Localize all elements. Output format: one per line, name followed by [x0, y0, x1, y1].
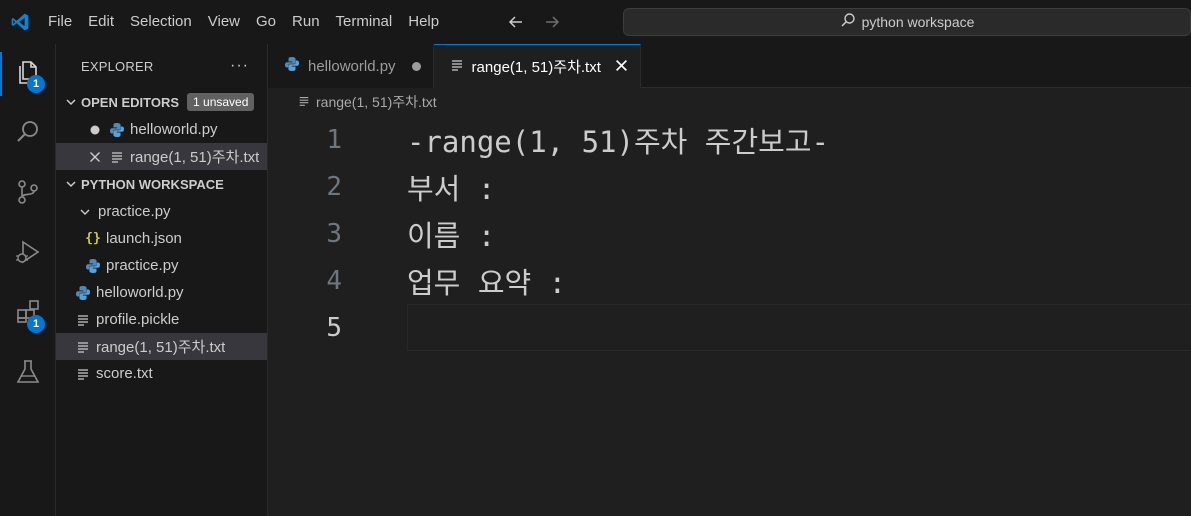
text-file-icon [298, 94, 310, 110]
search-text: python workspace [861, 14, 975, 30]
activity-run-debug[interactable] [0, 224, 56, 284]
title-bar: File Edit Selection View Go Run Terminal… [0, 0, 1191, 44]
tree-file-item[interactable]: helloworld.py [56, 279, 267, 306]
tree-item-label: range(1, 51)주차.txt [96, 339, 226, 356]
json-file-icon: {} [85, 231, 101, 246]
tab-helloworld[interactable]: helloworld.py [268, 44, 434, 88]
code-editor[interactable]: 1 -range(1, 51)주차 주간보고- 2 부서 : 3 이름 : 4 … [268, 116, 1191, 351]
line-text: 업무 요약 : [407, 265, 567, 300]
menu-file[interactable]: File [40, 0, 80, 44]
more-actions-icon[interactable]: ··· [230, 57, 249, 75]
explorer-title: EXPLORER [81, 58, 154, 74]
tree-item-label: launch.json [106, 230, 182, 247]
command-center-search[interactable]: python workspace [623, 8, 1191, 36]
python-file-icon [108, 122, 126, 138]
line-number: 2 [326, 171, 342, 202]
tree-item-label: profile.pickle [96, 311, 180, 328]
menu-go[interactable]: Go [248, 0, 284, 44]
chevron-down-icon [62, 178, 80, 190]
line-text: 부서 : [407, 171, 496, 206]
text-file-icon [74, 340, 92, 354]
arrow-left-icon[interactable] [505, 11, 527, 33]
menu-help[interactable]: Help [400, 0, 447, 44]
text-file-icon [74, 313, 92, 327]
menu-run[interactable]: Run [284, 0, 328, 44]
editor-area: helloworld.py range(1, 51)주차.txt range(1… [268, 44, 1191, 516]
text-file-icon [74, 367, 92, 381]
activity-testing[interactable] [0, 344, 56, 404]
line-number: 4 [326, 265, 342, 296]
open-editors-header[interactable]: OPEN EDITORS 1 unsaved [56, 88, 267, 116]
run-debug-icon [14, 238, 42, 270]
python-file-icon [74, 285, 92, 301]
search-icon [840, 12, 856, 32]
activity-explorer[interactable]: 1 [0, 44, 56, 104]
chevron-down-icon [62, 96, 80, 108]
open-editor-label: helloworld.py [130, 121, 218, 138]
modified-dot-icon[interactable] [86, 125, 104, 135]
line-text: -range(1, 51)주차 주간보고- [407, 124, 829, 159]
open-editor-item[interactable]: range(1, 51)주차.txt [56, 143, 267, 170]
activity-extensions[interactable]: 1 [0, 284, 56, 344]
code-line[interactable]: 1 -range(1, 51)주차 주간보고- [268, 116, 1191, 163]
tab-range-txt[interactable]: range(1, 51)주차.txt [433, 44, 641, 89]
line-number: 3 [326, 218, 342, 249]
activity-search[interactable] [0, 104, 56, 164]
tree-file-item[interactable]: {} launch.json [56, 225, 267, 252]
tab-label: helloworld.py [308, 57, 396, 75]
code-line[interactable]: 2 부서 : [268, 163, 1191, 210]
explorer-badge: 1 [27, 75, 45, 93]
activity-bar: 1 1 [0, 44, 56, 516]
close-icon[interactable] [615, 56, 628, 77]
tree-folder-item[interactable]: practice.py [56, 198, 267, 225]
code-line[interactable]: 4 업무 요약 : [268, 257, 1191, 304]
open-editor-label: range(1, 51)주차.txt [130, 149, 260, 166]
workspace-title: PYTHON WORKSPACE [81, 176, 224, 192]
extensions-badge: 1 [27, 315, 45, 333]
search-icon [14, 118, 42, 150]
tab-label: range(1, 51)주차.txt [471, 59, 601, 76]
workspace-header[interactable]: PYTHON WORKSPACE [56, 170, 267, 198]
activity-source-control[interactable] [0, 164, 56, 224]
menu-selection[interactable]: Selection [122, 0, 200, 44]
editor-tabs: helloworld.py range(1, 51)주차.txt [268, 44, 1191, 89]
open-editor-item[interactable]: helloworld.py [56, 116, 267, 143]
menu-edit[interactable]: Edit [80, 0, 122, 44]
tree-file-item[interactable]: range(1, 51)주차.txt [56, 333, 267, 360]
source-control-icon [14, 178, 42, 210]
text-file-icon [450, 58, 464, 76]
unsaved-badge: 1 unsaved [187, 93, 255, 111]
tree-file-item[interactable]: practice.py [56, 252, 267, 279]
current-code-line[interactable]: 5 [268, 304, 1191, 351]
testing-icon [14, 358, 42, 390]
tree-file-item[interactable]: score.txt [56, 360, 267, 387]
close-icon[interactable] [86, 151, 104, 163]
python-file-icon [284, 56, 300, 76]
breadcrumb: range(1, 51)주차.txt [268, 88, 1191, 116]
explorer-header: EXPLORER ··· [56, 44, 267, 88]
line-text: 이름 : [407, 218, 496, 253]
tree-file-item[interactable]: profile.pickle [56, 306, 267, 333]
vscode-logo-icon [0, 0, 40, 44]
navigation-arrows [505, 11, 563, 33]
menu-view[interactable]: View [200, 0, 248, 44]
explorer-sidebar: EXPLORER ··· OPEN EDITORS 1 unsaved hell… [56, 44, 268, 516]
tree-item-label: score.txt [96, 365, 153, 382]
line-number: 5 [326, 312, 342, 343]
menu-terminal[interactable]: Terminal [328, 0, 401, 44]
modified-dot-icon[interactable] [411, 61, 421, 71]
breadcrumb-file[interactable]: range(1, 51)주차.txt [316, 92, 437, 112]
menu-bar: File Edit Selection View Go Run Terminal… [40, 0, 447, 44]
chevron-down-icon [76, 206, 94, 218]
python-file-icon [84, 258, 102, 274]
tree-item-label: helloworld.py [96, 284, 184, 301]
text-file-icon [108, 150, 126, 164]
open-editors-title: OPEN EDITORS [81, 94, 180, 110]
current-line-highlight [407, 304, 1191, 351]
tree-item-label: practice.py [106, 257, 179, 274]
arrow-right-icon[interactable] [541, 11, 563, 33]
tree-item-label: practice.py [98, 203, 171, 220]
line-number: 1 [326, 124, 342, 155]
code-line[interactable]: 3 이름 : [268, 210, 1191, 257]
